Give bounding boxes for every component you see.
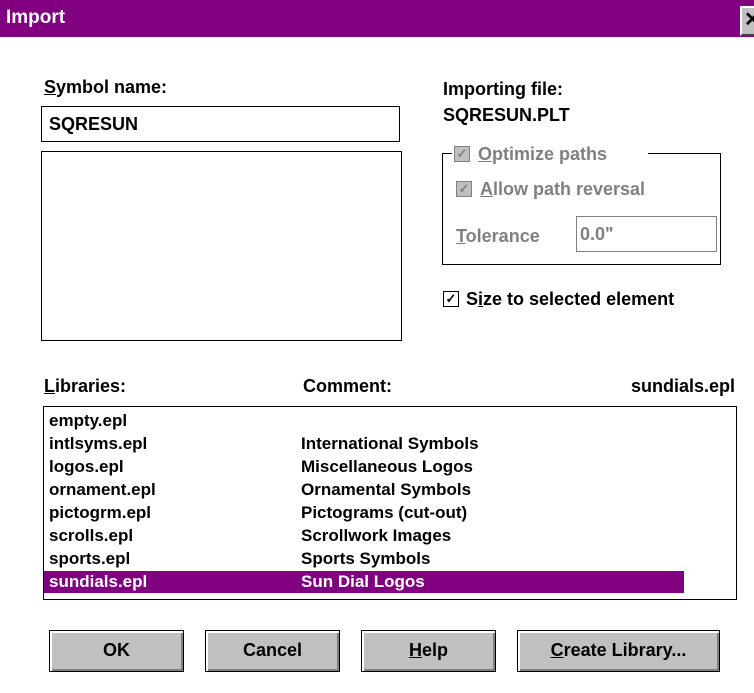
size-to-selected-checkbox[interactable]: ✓ (443, 291, 459, 307)
list-item[interactable]: ornament.epl Ornamental Symbols (44, 479, 684, 501)
optimize-paths-label: Optimize paths (478, 144, 608, 164)
list-item[interactable]: logos.epl Miscellaneous Logos (44, 456, 684, 478)
close-icon: ✕ (744, 9, 754, 31)
cancel-button[interactable]: Cancel (205, 630, 340, 672)
create-library-button[interactable]: Create Library... (517, 630, 720, 672)
list-item[interactable]: scrolls.epl Scrollwork Images (44, 525, 684, 547)
allow-path-reversal-label: Allow path reversal (480, 179, 646, 199)
size-to-selected-label: Size to selected element (466, 289, 675, 309)
check-icon: ✓ (458, 181, 470, 196)
help-button[interactable]: Help (361, 630, 496, 672)
libraries-listbox[interactable]: empty.epl intlsyms.epl International Symb… (43, 406, 737, 600)
list-item[interactable]: pictogrm.epl Pictograms (cut-out) (44, 502, 684, 524)
libraries-label: Libraries: (44, 376, 127, 396)
comment-label: Comment: (303, 376, 392, 396)
tolerance-input[interactable]: 0.0" (576, 216, 717, 252)
importing-file-label: Importing file: (443, 79, 563, 99)
check-icon: ✓ (456, 146, 468, 161)
list-item[interactable]: sports.epl Sports Symbols (44, 548, 684, 570)
importing-file-name: SQRESUN.PLT (443, 105, 570, 125)
list-item-selected[interactable]: sundials.epl Sun Dial Logos (44, 571, 684, 593)
optimize-paths-checkbox[interactable]: ✓ (454, 146, 470, 162)
allow-path-reversal-checkbox[interactable]: ✓ (456, 181, 472, 197)
selected-library-name: sundials.epl (630, 376, 735, 396)
symbol-preview (41, 151, 402, 341)
optimize-group-caption: ✓ Optimize paths (452, 142, 648, 166)
window-title: Import (6, 7, 66, 28)
close-button[interactable]: ✕ (740, 6, 754, 36)
list-item[interactable]: empty.epl (44, 410, 684, 432)
title-bar (0, 0, 754, 37)
tolerance-label: Tolerance (456, 226, 540, 246)
ok-button[interactable]: OK (49, 630, 184, 672)
symbol-name-input[interactable]: SQRESUN (41, 106, 400, 142)
tolerance-value: 0.0" (580, 224, 614, 244)
list-item[interactable]: intlsyms.epl International Symbols (44, 433, 684, 455)
symbol-name-value: SQRESUN (49, 114, 139, 134)
symbol-name-label: Symbol name: (44, 77, 168, 97)
check-icon: ✓ (445, 291, 457, 306)
